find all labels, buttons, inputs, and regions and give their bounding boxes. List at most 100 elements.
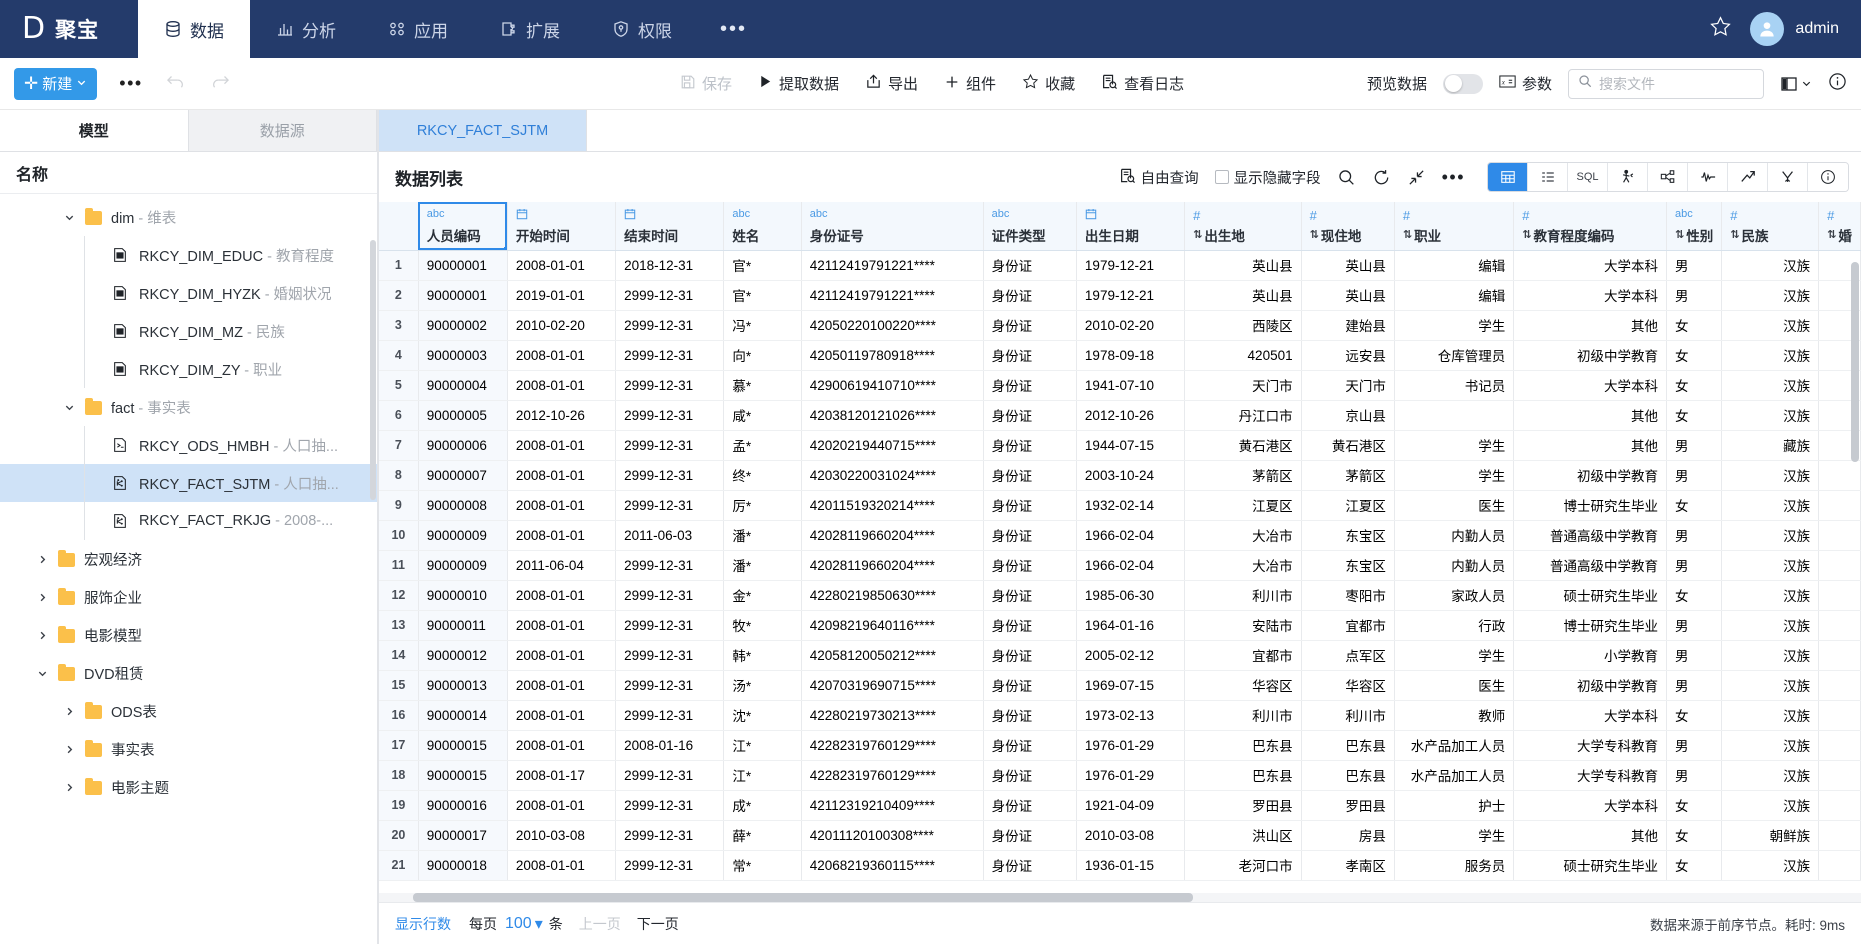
table-cell[interactable]: 巴东县: [1301, 760, 1395, 791]
table-cell[interactable]: 汉族: [1721, 520, 1820, 551]
table-cell[interactable]: 初级中学教育: [1513, 340, 1668, 371]
table-cell[interactable]: 大冶市: [1184, 520, 1302, 551]
table-cell[interactable]: 42900619410710****: [801, 370, 984, 401]
table-row[interactable]: 17 90000015 2008-01-01 2008-01-16 江* 42282319…: [379, 730, 1861, 761]
table-cell[interactable]: [1394, 400, 1515, 431]
table-row[interactable]: 21 90000018 2008-01-01 2999-12-31 常* 42068219…: [379, 850, 1861, 881]
show-hidden-fields-checkbox[interactable]: 显示隐藏字段: [1214, 167, 1321, 188]
tree-item-dim[interactable]: dim - 维表: [0, 198, 377, 236]
next-page-button[interactable]: 下一页: [637, 914, 679, 934]
table-cell[interactable]: 90000011: [418, 610, 508, 641]
row-number[interactable]: 8: [379, 460, 419, 491]
table-cell[interactable]: 2999-12-31: [615, 820, 725, 851]
view-list-button[interactable]: [1528, 163, 1568, 191]
save-button[interactable]: 保存: [680, 73, 732, 94]
table-cell[interactable]: 安陆市: [1184, 610, 1302, 641]
table-cell[interactable]: 江*: [723, 730, 802, 761]
panel-layout-button[interactable]: [1780, 75, 1812, 93]
table-cell[interactable]: 小学教育: [1513, 640, 1668, 671]
table-cell[interactable]: 1976-01-29: [1076, 730, 1186, 761]
table-header-1[interactable]: 开始时间: [507, 202, 617, 251]
table-cell[interactable]: 教师: [1394, 700, 1515, 731]
table-cell[interactable]: 向*: [723, 340, 802, 371]
scrollbar-thumb[interactable]: [1851, 262, 1859, 462]
table-cell[interactable]: 大学专科教育: [1513, 760, 1668, 791]
table-cell[interactable]: 书记员: [1394, 370, 1515, 401]
table-cell[interactable]: 90000006: [418, 430, 508, 461]
table-cell[interactable]: 2011-06-04: [507, 550, 617, 581]
table-cell[interactable]: 内勤人员: [1394, 520, 1515, 551]
table-cell[interactable]: 男: [1666, 640, 1723, 671]
table-cell[interactable]: 身份证: [983, 280, 1077, 311]
table-cell[interactable]: 建始县: [1301, 310, 1395, 341]
row-number[interactable]: 4: [379, 340, 419, 371]
parameters-button[interactable]: x 参数: [1499, 73, 1552, 94]
chevron-down-icon[interactable]: [61, 209, 77, 225]
table-cell[interactable]: 身份证: [983, 610, 1077, 641]
table-cell[interactable]: 女: [1666, 790, 1723, 821]
table-cell[interactable]: 学生: [1394, 460, 1515, 491]
table-cell[interactable]: 茅箭区: [1184, 460, 1302, 491]
nav-item-apps[interactable]: 应用: [362, 0, 474, 58]
table-cell[interactable]: 2012-10-26: [1076, 400, 1186, 431]
table-cell[interactable]: 西陵区: [1184, 310, 1302, 341]
more-dots-icon[interactable]: •••: [1442, 167, 1465, 188]
table-cell[interactable]: 潘*: [723, 550, 802, 581]
table-cell[interactable]: 90000003: [418, 340, 508, 371]
table-cell[interactable]: 42282319760129****: [801, 730, 984, 761]
table-cell[interactable]: 其他: [1513, 430, 1668, 461]
table-cell[interactable]: 90000007: [418, 460, 508, 491]
table-cell[interactable]: 女: [1666, 400, 1723, 431]
sort-icon[interactable]: ⇅: [1310, 228, 1319, 241]
table-cell[interactable]: 2999-12-31: [615, 670, 725, 701]
table-cell[interactable]: 1944-07-15: [1076, 430, 1186, 461]
collapse-icon[interactable]: [1407, 168, 1426, 187]
table-cell[interactable]: 2018-12-31: [615, 250, 725, 281]
table-cell[interactable]: 1979-12-21: [1076, 250, 1186, 281]
table-cell[interactable]: 枣阳市: [1301, 580, 1395, 611]
scrollbar-thumb[interactable]: [413, 893, 1193, 902]
table-cell[interactable]: 孟*: [723, 430, 802, 461]
table-cell[interactable]: 男: [1666, 610, 1723, 641]
table-cell[interactable]: 90000015: [418, 760, 508, 791]
table-cell[interactable]: 硕士研究生毕业: [1513, 850, 1668, 881]
row-number[interactable]: 19: [379, 790, 419, 821]
nav-item-data[interactable]: 数据: [138, 0, 250, 58]
table-cell[interactable]: 90000008: [418, 490, 508, 521]
table-cell[interactable]: 汉族: [1721, 310, 1820, 341]
row-number[interactable]: 10: [379, 520, 419, 551]
table-cell[interactable]: 90000012: [418, 640, 508, 671]
table-cell[interactable]: 天门市: [1184, 370, 1302, 401]
row-number[interactable]: 6: [379, 400, 419, 431]
table-cell[interactable]: 汉族: [1721, 460, 1820, 491]
table-cell[interactable]: 女: [1666, 310, 1723, 341]
per-page-select[interactable]: 100: [505, 915, 532, 933]
table-cell[interactable]: 女: [1666, 700, 1723, 731]
table-cell[interactable]: 初级中学教育: [1513, 460, 1668, 491]
table-row[interactable]: 6 90000005 2012-10-26 2999-12-31 咸* 420381201…: [379, 400, 1861, 431]
table-cell[interactable]: 汉族: [1721, 700, 1820, 731]
table-cell[interactable]: 普通高级中学教育: [1513, 520, 1668, 551]
table-cell[interactable]: 2999-12-31: [615, 550, 725, 581]
table-cell[interactable]: 汉族: [1721, 550, 1820, 581]
table-cell[interactable]: 女: [1666, 340, 1723, 371]
free-query-button[interactable]: 自由查询: [1119, 167, 1199, 188]
chevron-down-icon[interactable]: [61, 399, 77, 415]
table-cell[interactable]: 汉族: [1721, 280, 1820, 311]
row-number[interactable]: 13: [379, 610, 419, 641]
refresh-icon[interactable]: [1372, 168, 1391, 187]
table-row[interactable]: 19 90000016 2008-01-01 2999-12-31 成* 42112319…: [379, 790, 1861, 821]
table-cell[interactable]: 男: [1666, 730, 1723, 761]
table-cell[interactable]: 1979-12-21: [1076, 280, 1186, 311]
row-number[interactable]: 16: [379, 700, 419, 731]
table-cell[interactable]: 编辑: [1394, 280, 1515, 311]
tab-datasource[interactable]: 数据源: [188, 110, 377, 151]
table-cell[interactable]: 2008-01-17: [507, 760, 617, 791]
table-cell[interactable]: 内勤人员: [1394, 550, 1515, 581]
table-cell[interactable]: 90000016: [418, 790, 508, 821]
table-cell[interactable]: 身份证: [983, 760, 1077, 791]
row-number[interactable]: 1: [379, 250, 419, 281]
view-sampling-button[interactable]: [1608, 163, 1648, 191]
chevron-right-icon[interactable]: [34, 551, 50, 567]
table-cell[interactable]: 2999-12-31: [615, 460, 725, 491]
